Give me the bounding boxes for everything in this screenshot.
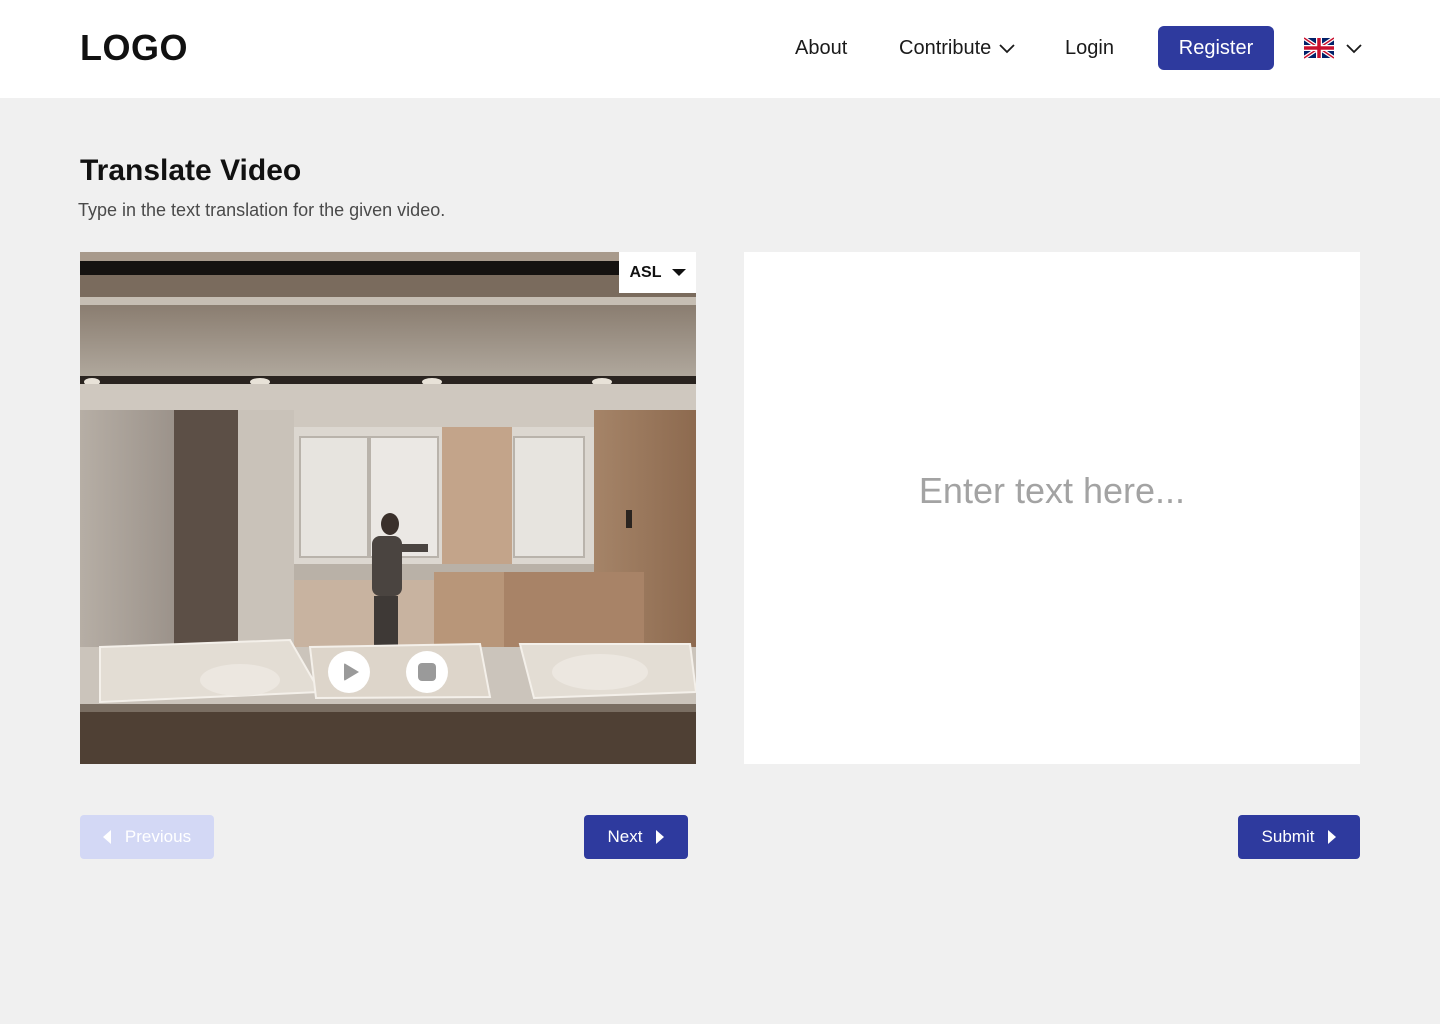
uk-flag-icon: [1304, 36, 1334, 60]
logo[interactable]: LOGO: [80, 28, 188, 68]
translation-input[interactable]: [744, 252, 1360, 764]
top-navbar: LOGO About Contribute Login Register: [0, 0, 1440, 98]
nav-login[interactable]: Login: [1065, 34, 1114, 62]
caret-right-icon: [656, 830, 665, 844]
nav-contribute-label: Contribute: [899, 37, 992, 59]
video-player[interactable]: ASL: [80, 252, 696, 764]
page-subtitle: Type in the text translation for the giv…: [78, 200, 446, 220]
submit-button[interactable]: Submit: [1238, 815, 1360, 859]
next-button[interactable]: Next: [584, 815, 688, 859]
video-frame: [80, 252, 696, 764]
sign-language-dropdown[interactable]: ASL: [619, 252, 696, 293]
play-button[interactable]: [328, 651, 370, 693]
chevron-down-icon: [1346, 44, 1362, 54]
caret-left-icon: [102, 830, 111, 844]
nav-login-label: Login: [1065, 37, 1114, 59]
nav-about-label: About: [795, 37, 848, 59]
translation-panel: [744, 252, 1360, 764]
caret-right-icon: [1328, 830, 1337, 844]
nav-contribute-dropdown[interactable]: Contribute: [899, 34, 1017, 62]
play-icon: [343, 663, 359, 681]
language-selector[interactable]: [1304, 36, 1364, 60]
next-label: Next: [607, 827, 643, 846]
chevron-down-icon: [999, 44, 1015, 54]
sign-language-label: ASL: [629, 263, 662, 281]
previous-button[interactable]: Previous: [80, 815, 214, 859]
caret-down-icon: [671, 269, 686, 276]
page-title: Translate Video: [80, 154, 302, 187]
register-button[interactable]: Register: [1158, 26, 1274, 70]
stop-icon: [418, 663, 436, 681]
submit-label: Submit: [1261, 827, 1315, 846]
previous-label: Previous: [124, 827, 192, 846]
nav-about[interactable]: About: [795, 34, 847, 62]
stop-button[interactable]: [406, 651, 448, 693]
